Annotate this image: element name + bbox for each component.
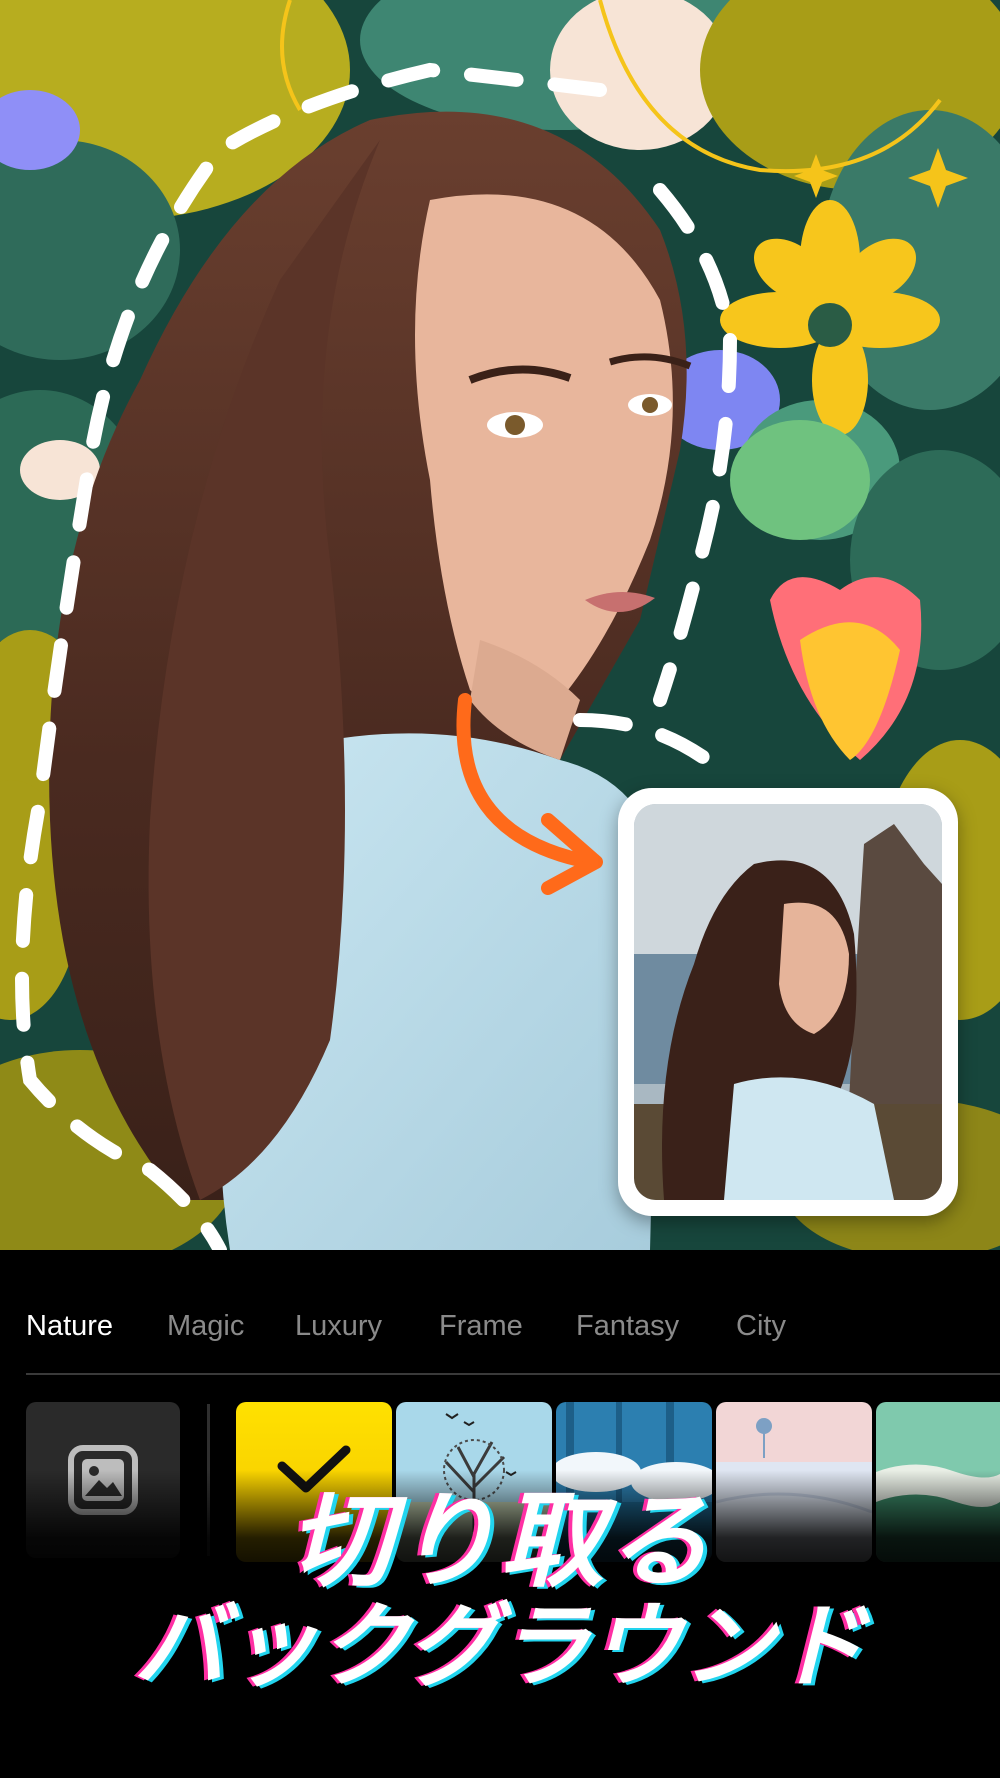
result-preview-image [634,804,942,1200]
tab-magic[interactable]: Magic [167,1310,244,1343]
tab-luxury[interactable]: Luxury [295,1310,382,1343]
promo-line-1: 切り取る [287,1480,712,1602]
tab-city[interactable]: City [736,1310,786,1343]
tab-fantasy[interactable]: Fantasy [576,1310,679,1343]
promo-line-2: バックグラウンド [133,1593,867,1701]
hero-canvas [0,0,1000,1250]
tab-frame[interactable]: Frame [439,1310,523,1343]
result-preview-card [618,788,958,1216]
tab-nature[interactable]: Nature [26,1310,113,1343]
category-tabs: Nature Magic Luxury Frame Fantasy City [0,1290,1000,1366]
tabs-divider [26,1373,1000,1375]
app-screen: Nature Magic Luxury Frame Fantasy City 切… [0,0,1000,1778]
promo-caption: 切り取る バックグラウンド [0,1485,1000,1697]
